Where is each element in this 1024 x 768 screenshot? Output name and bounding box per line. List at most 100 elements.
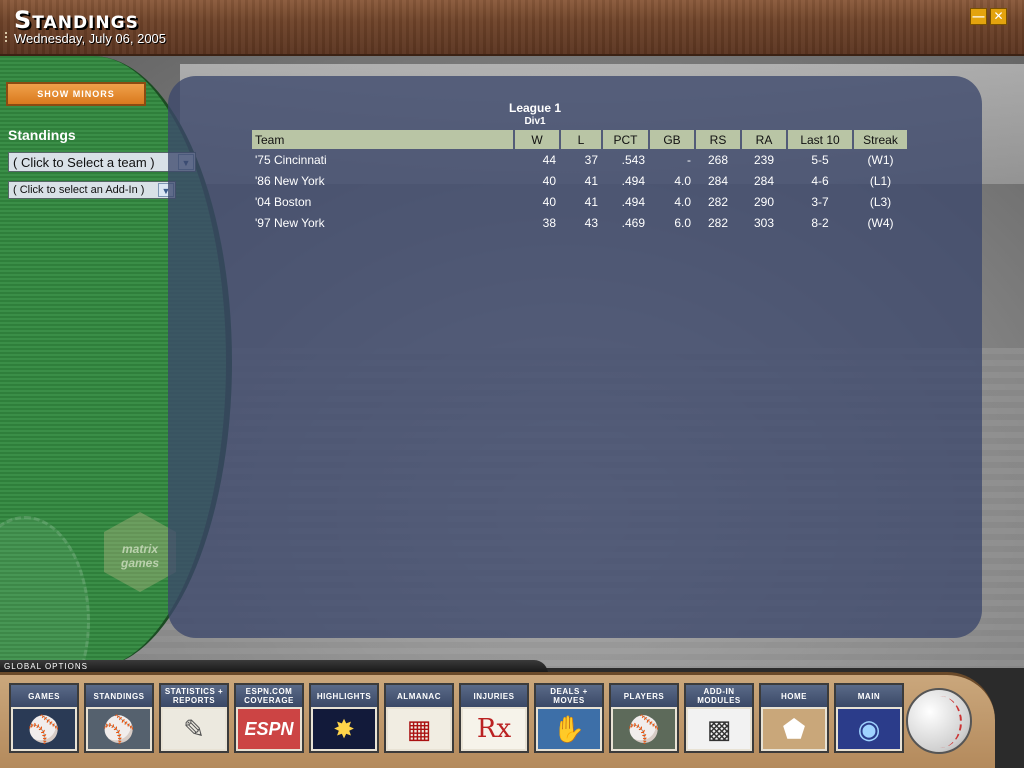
- laptop-icon: ▩: [688, 709, 750, 749]
- column-header[interactable]: W: [515, 130, 559, 149]
- table-row[interactable]: '04 Boston 40 41 .494 4.0 282 290 3-7 (L…: [252, 191, 907, 212]
- ra-cell: 303: [753, 215, 775, 230]
- losses-cell: 37: [584, 152, 598, 167]
- team-cell[interactable]: '97 New York: [252, 212, 513, 233]
- column-header[interactable]: L: [561, 130, 601, 149]
- pct-cell: .543: [621, 152, 645, 167]
- home-button[interactable]: HOME ⬟: [759, 683, 829, 753]
- last10-cell: 8-2: [811, 215, 829, 230]
- table-row[interactable]: '75 Cincinnati 44 37 .543 - 268 239 5-5 …: [252, 149, 907, 170]
- table-row[interactable]: '97 New York 38 43 .469 6.0 282 303 8-2 …: [252, 212, 907, 233]
- gb-cell: 6.0: [674, 215, 691, 230]
- wins-cell: 40: [542, 173, 556, 188]
- streak-cell: (L3): [869, 194, 892, 209]
- statistics-reports-button[interactable]: STATISTICS + REPORTS ✎: [159, 683, 229, 753]
- team-cell[interactable]: '86 New York: [252, 170, 513, 191]
- page-title: Standings: [14, 6, 139, 34]
- standings-button[interactable]: STANDINGS ⚾: [84, 683, 154, 753]
- losses-cell: 41: [584, 194, 598, 209]
- streak-cell: (L1): [869, 173, 892, 188]
- division-title: Div1: [524, 116, 546, 127]
- standings-label: STANDINGS: [86, 685, 152, 707]
- games-button[interactable]: GAMES ⚾: [9, 683, 79, 753]
- addin-select[interactable]: ( Click to select an Add-In ) ▼: [8, 181, 176, 199]
- last10-cell: 4-6: [811, 173, 829, 188]
- logo-text: matrix games: [120, 542, 160, 570]
- column-header[interactable]: Last 10: [788, 130, 852, 149]
- ra-cell: 290: [753, 194, 775, 209]
- current-date: Wednesday, July 06, 2005: [14, 31, 167, 46]
- gb-cell: -: [687, 152, 691, 167]
- sidebar-section-label: Standings: [8, 127, 76, 143]
- losses-cell: 43: [584, 215, 598, 230]
- addin-modules-label: ADD-IN MODULES: [686, 685, 752, 707]
- title-bar: Standings Wednesday, July 06, 2005 — ✕: [0, 0, 1024, 56]
- main-label: MAIN: [836, 685, 902, 707]
- wins-cell: 44: [542, 152, 556, 167]
- gb-cell: 4.0: [674, 173, 691, 188]
- wins-cell: 40: [542, 194, 556, 209]
- espn-icon: ESPN: [238, 709, 300, 749]
- fireworks-icon: ✸: [313, 709, 375, 749]
- streak-cell: (W4): [867, 215, 894, 230]
- baseball-button[interactable]: [906, 688, 972, 754]
- gb-cell: 4.0: [674, 194, 691, 209]
- standings-table: Team W L PCT GB RS RA Last 10 Streak '75…: [250, 130, 909, 233]
- rs-cell: 282: [707, 194, 729, 209]
- table-header-row: Team W L PCT GB RS RA Last 10 Streak: [252, 130, 907, 149]
- column-header[interactable]: GB: [650, 130, 694, 149]
- injuries-button[interactable]: INJURIES Rx: [459, 683, 529, 753]
- minimize-button[interactable]: —: [970, 8, 987, 25]
- rs-cell: 282: [707, 215, 729, 230]
- show-minors-button[interactable]: SHOW MINORS: [6, 82, 146, 106]
- deals-moves-label: DEALS + MOVES: [536, 685, 602, 707]
- close-button[interactable]: ✕: [990, 8, 1007, 25]
- home-label: HOME: [761, 685, 827, 707]
- column-header[interactable]: PCT: [603, 130, 648, 149]
- injuries-label: INJURIES: [461, 685, 527, 707]
- team-select-value: ( Click to Select a team ): [13, 155, 155, 170]
- games-label: GAMES: [11, 685, 77, 707]
- decorative-marks: [5, 32, 8, 42]
- rx-icon: Rx: [463, 709, 525, 749]
- last10-cell: 5-5: [811, 152, 829, 167]
- column-header[interactable]: RS: [696, 130, 740, 149]
- main-screen-icon: ◉: [838, 709, 900, 749]
- addin-modules-button[interactable]: ADD-IN MODULES ▩: [684, 683, 754, 753]
- espn-coverage-label: ESPN.COM COVERAGE: [236, 685, 302, 707]
- column-header[interactable]: RA: [742, 130, 786, 149]
- ra-cell: 284: [753, 173, 775, 188]
- pct-cell: .469: [621, 215, 645, 230]
- almanac-label: ALMANAC: [386, 685, 452, 707]
- team-cell[interactable]: '75 Cincinnati: [252, 149, 513, 170]
- streak-cell: (W1): [867, 152, 894, 167]
- almanac-button[interactable]: ALMANAC ▦: [384, 683, 454, 753]
- minimize-icon: —: [972, 9, 985, 23]
- statistics-reports-label: STATISTICS + REPORTS: [161, 685, 227, 707]
- highlights-button[interactable]: HIGHLIGHTS ✸: [309, 683, 379, 753]
- table-row[interactable]: '86 New York 40 41 .494 4.0 284 284 4-6 …: [252, 170, 907, 191]
- highlights-label: HIGHLIGHTS: [311, 685, 377, 707]
- wins-cell: 38: [542, 215, 556, 230]
- catcher-icon: ⚾: [613, 709, 675, 749]
- league-title: League 1: [508, 101, 562, 115]
- espn-coverage-button[interactable]: ESPN.COM COVERAGE ESPN: [234, 683, 304, 753]
- pct-cell: .494: [621, 173, 645, 188]
- losses-cell: 41: [584, 173, 598, 188]
- addin-select-value: ( Click to select an Add-In ): [13, 184, 145, 196]
- column-header[interactable]: Team: [252, 130, 513, 149]
- home-plate-icon: ⬟: [763, 709, 825, 749]
- main-button[interactable]: MAIN ◉: [834, 683, 904, 753]
- rs-cell: 268: [707, 152, 729, 167]
- rs-cell: 284: [707, 173, 729, 188]
- baseball-icon: [918, 696, 962, 748]
- batter-icon: ⚾: [88, 709, 150, 749]
- close-icon: ✕: [993, 9, 1004, 23]
- team-cell[interactable]: '04 Boston: [252, 191, 513, 212]
- last10-cell: 3-7: [811, 194, 829, 209]
- books-icon: ▦: [388, 709, 450, 749]
- deals-moves-button[interactable]: DEALS + MOVES ✋: [534, 683, 604, 753]
- players-button[interactable]: PLAYERS ⚾: [609, 683, 679, 753]
- report-icon: ✎: [163, 709, 225, 749]
- column-header[interactable]: Streak: [854, 130, 907, 149]
